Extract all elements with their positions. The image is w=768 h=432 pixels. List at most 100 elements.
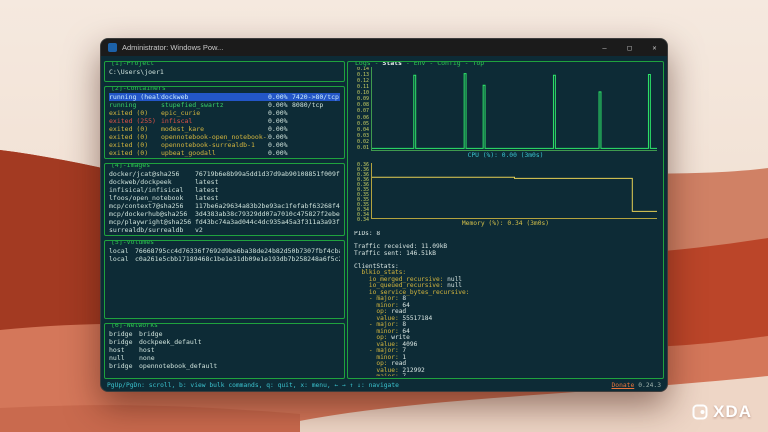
networks-panel[interactable]: [6]-Networks bridge bridge bridge dockpe…	[104, 323, 345, 379]
image-tag: fd43bc74a3ad044c4dc935a45a3f311a3a93fb4d	[195, 218, 340, 226]
container-cpu: 0.00%	[268, 101, 288, 109]
image-tag: latest	[195, 186, 219, 194]
xda-logo-icon	[692, 404, 708, 420]
container-row[interactable]: running stupefied_swartz 0.00% 8080/tcp	[109, 101, 340, 109]
container-cpu: 0.00%	[268, 133, 288, 141]
cpu-caption: CPU (%): 0.00 (3m0s)	[467, 152, 544, 159]
container-name: modest_kare	[161, 125, 205, 133]
images-panel-title: [4]-Images	[109, 163, 153, 169]
donate-link[interactable]: Donate	[612, 382, 635, 389]
volumes-panel[interactable]: [5]-Volumes local 76668795cc4d76336f7692…	[104, 240, 345, 319]
container-cpu: 0.00%	[268, 141, 288, 149]
memory-graph: 0.36 0.36 0.36 0.36 0.36 0.35 0.35 0.35 0.35 0.34…	[354, 163, 657, 223]
image-name: surrealdb/surrealdb	[109, 226, 184, 234]
stat-line: - major: 7	[354, 373, 657, 376]
container-row[interactable]: running (healthy) dockweb 0.00% 7420->80…	[109, 93, 340, 101]
image-row[interactable]: infisical/infisical latest	[109, 186, 340, 194]
cpu-y-axis: 0.14 0.13 0.12 0.11 0.10 0.09 0.08 0.07 0.06 0.05…	[354, 67, 371, 151]
cpu-plot-area	[371, 67, 657, 151]
memory-series-line	[372, 177, 657, 211]
stat-key: PIDs:	[354, 231, 373, 237]
network-row[interactable]: bridge bridge	[109, 330, 340, 338]
image-row[interactable]: dockweb/dockpeek latest	[109, 178, 340, 186]
keybindings-help: PgUp/PgDn: scroll, b: view bulk commands…	[107, 381, 399, 389]
image-row[interactable]: docker/jcat@sha256 76719b6e8b99a5dd1d37d…	[109, 170, 340, 178]
xda-logo-text: XDA	[713, 402, 752, 421]
container-row[interactable]: exited (0) opennotebook-surrealdb-1 0.00…	[109, 141, 340, 149]
container-ports	[292, 125, 340, 133]
stats-output: PIDs: 8 Traffic received: 11.09kB Traffi…	[354, 231, 657, 376]
volume-driver: local	[109, 255, 129, 263]
container-name: infiscal	[161, 117, 193, 125]
container-cpu: 0.00%	[268, 117, 288, 125]
network-row[interactable]: null none	[109, 354, 340, 362]
image-row[interactable]: mcp/context7@sha256 117be6a29634a83b2be9…	[109, 202, 340, 210]
lazydocker-terminal: [1]-Project C:\Users\joer1 [2]-Container…	[101, 56, 667, 391]
cpu-axis-label: 0.06	[356, 114, 369, 121]
network-row[interactable]: host host	[109, 346, 340, 354]
containers-panel[interactable]: [2]-Containers running (healthy) dockweb…	[104, 86, 345, 159]
powershell-app-icon	[108, 43, 117, 52]
image-name: mcp/dockerhub@sha256	[109, 210, 188, 218]
container-ports: 7420->80/tcp	[292, 93, 339, 101]
container-status: running	[109, 101, 137, 109]
memory-y-axis: 0.36 0.36 0.36 0.36 0.36 0.35 0.35 0.35 0.35 0.34…	[354, 163, 371, 223]
maximize-button[interactable]: □	[617, 39, 642, 56]
network-row[interactable]: bridge dockpeek_default	[109, 338, 340, 346]
network-driver: bridge	[109, 362, 133, 370]
volume-row[interactable]: local c0a261e5cbb17189468c1be1e31db09e1e…	[109, 255, 340, 263]
container-row[interactable]: exited (0) epic_curie 0.00%	[109, 109, 340, 117]
images-list: docker/jcat@sha256 76719b6e8b99a5dd1d37d…	[109, 167, 340, 234]
container-row[interactable]: exited (0) modest_kare 0.00%	[109, 125, 340, 133]
image-name: dockweb/dockpeek	[109, 178, 172, 186]
image-name: lfoos/open_notebook	[109, 194, 184, 202]
image-tag: latest	[195, 178, 219, 186]
container-row[interactable]: exited (255) infiscal 0.00%	[109, 117, 340, 125]
image-row[interactable]: mcp/playwright@sha256 fd43bc74a3ad044c4d…	[109, 218, 340, 226]
container-name: upbeat_goodall	[161, 149, 216, 157]
volumes-list: local 76668795cc4d76336f7692d9be6ba38de2…	[109, 244, 340, 263]
close-button[interactable]: ✕	[642, 39, 667, 56]
container-status: exited (0)	[109, 149, 149, 157]
image-row[interactable]: lfoos/open_notebook latest	[109, 194, 340, 202]
minimize-button[interactable]: –	[592, 39, 617, 56]
networks-panel-title: [6]-Networks	[109, 323, 160, 329]
network-driver: bridge	[109, 330, 133, 338]
image-row[interactable]: surrealdb/surrealdb v2	[109, 226, 340, 234]
container-status: exited (0)	[109, 133, 149, 141]
container-row[interactable]: exited (0) opennotebook-open_notebook-1 …	[109, 133, 340, 141]
networks-list: bridge bridge bridge dockpeek_default ho…	[109, 327, 340, 370]
image-name: mcp/playwright@sha256	[109, 218, 192, 226]
volume-driver: local	[109, 247, 129, 255]
window-titlebar[interactable]: Administrator: Windows Pow... – □ ✕	[101, 39, 667, 56]
container-ports	[292, 141, 340, 149]
network-name: dockpeek_default	[139, 338, 202, 346]
container-cpu: 0.00%	[268, 109, 288, 117]
stats-panel[interactable]: Logs - Stats - Env - Config - Top 0.14 0…	[347, 61, 664, 379]
image-row[interactable]: mcp/dockerhub@sha256 3d4383ab38c79329dd0…	[109, 210, 340, 218]
network-driver: host	[109, 346, 125, 354]
container-cpu: 0.00%	[268, 125, 288, 133]
cpu-axis-label: 0.03	[356, 132, 369, 139]
volume-row[interactable]: local 76668795cc4d76336f7692d9be6ba38de2…	[109, 247, 340, 255]
stat-value: 146.51kB	[402, 249, 436, 257]
network-name: opennotebook_default	[139, 362, 218, 370]
cpu-plot-canvas	[372, 67, 657, 150]
network-row[interactable]: bridge opennotebook_default	[109, 362, 340, 370]
container-name: stupefied_swartz	[161, 101, 224, 109]
container-ports	[292, 149, 340, 157]
image-name: docker/jcat@sha256	[109, 170, 180, 178]
volume-name: c0a261e5cbb17189468c1be1e31db09e1e193db7…	[135, 255, 340, 263]
images-panel[interactable]: [4]-Images docker/jcat@sha256 76719b6e8b…	[104, 163, 345, 236]
container-name: dockweb	[161, 93, 189, 101]
container-cpu: 0.00%	[268, 93, 288, 101]
container-ports: 8080/tcp	[292, 101, 324, 109]
memory-caption: Memory (%): 0.34 (3m0s)	[461, 220, 550, 227]
stat-value: 7	[399, 373, 406, 376]
container-ports	[292, 109, 340, 117]
network-name: none	[139, 354, 155, 362]
container-row[interactable]: exited (0) upbeat_goodall 0.00%	[109, 149, 340, 157]
image-tag: 3d4383ab38c79329dd07a7010c475827f2ebe873	[195, 210, 340, 218]
container-name: opennotebook-open_notebook-1	[161, 133, 268, 141]
project-panel[interactable]: [1]-Project C:\Users\joer1	[104, 61, 345, 82]
